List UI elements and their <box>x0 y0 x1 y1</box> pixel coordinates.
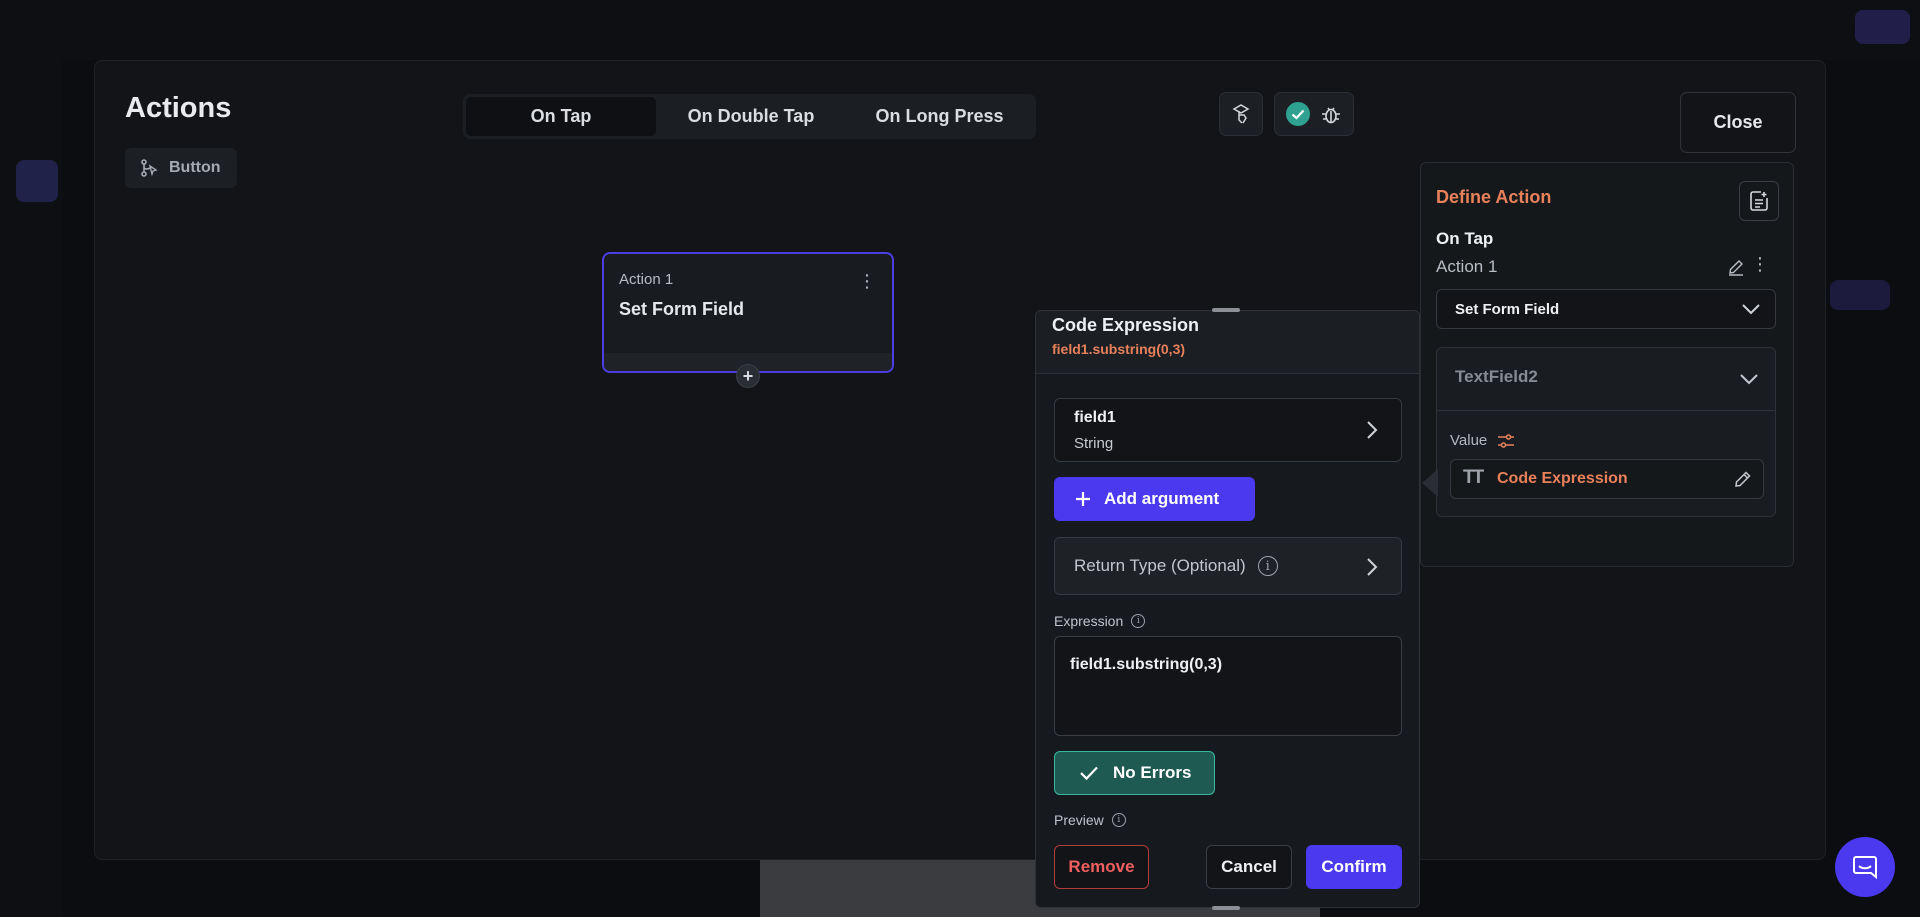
check-circle-icon <box>1286 102 1310 126</box>
action-node[interactable]: Action 1 Set Form Field ⋮ <box>602 252 894 373</box>
hand-tap-icon <box>1232 104 1250 124</box>
confirm-button[interactable]: Confirm <box>1306 845 1402 889</box>
cancel-button[interactable]: Cancel <box>1206 845 1292 889</box>
code-expression-panel: Code Expression field1.substring(0,3) fi… <box>1035 310 1420 908</box>
expression-text: field1.substring(0,3) <box>1070 656 1223 673</box>
sliders-icon[interactable] <box>1497 433 1515 449</box>
define-action-title: Define Action <box>1436 187 1552 207</box>
action-type-select[interactable]: Set Form Field <box>1436 289 1776 329</box>
action-node-subtitle: Action 1 <box>619 271 674 288</box>
panel-connector-arrow <box>1422 469 1438 497</box>
plus-icon <box>1076 492 1090 506</box>
argument-type: String <box>1074 435 1114 452</box>
action-name: Action 1 <box>1436 257 1498 276</box>
document-add-icon <box>1750 191 1768 211</box>
expression-label: Expression <box>1054 613 1124 629</box>
chat-icon <box>1853 856 1877 880</box>
support-chat-button[interactable] <box>1835 837 1895 897</box>
remove-button[interactable]: Remove <box>1054 845 1149 889</box>
argument-row[interactable]: field1 String <box>1054 398 1402 462</box>
code-expression-title: Code Expression <box>1052 315 1200 335</box>
add-argument-label: Add argument <box>1104 489 1220 508</box>
return-type-label-wrap: Return Type (Optional) i <box>1074 556 1278 576</box>
background-topbar <box>0 0 1920 60</box>
code-expression-subtitle: field1.substring(0,3) <box>1052 341 1186 357</box>
return-type-label: Return Type (Optional) <box>1074 556 1246 575</box>
info-icon: i <box>1257 556 1278 576</box>
value-source-text: Code Expression <box>1497 470 1628 487</box>
return-type-row[interactable]: Return Type (Optional) i <box>1054 537 1402 595</box>
chevron-right-icon <box>1367 558 1378 576</box>
chevron-right-icon <box>1367 421 1378 439</box>
widget-tree-icon <box>141 159 158 177</box>
field-card-header[interactable]: TextField2 <box>1437 348 1775 411</box>
info-icon: i <box>1111 813 1126 827</box>
chevron-down-icon <box>1740 374 1758 385</box>
argument-name: field1 <box>1074 409 1116 426</box>
no-errors-label: No Errors <box>1113 763 1192 782</box>
widget-chip[interactable]: Button <box>125 148 237 188</box>
value-label-wrap: Value <box>1450 432 1515 449</box>
background-sidebar-highlight <box>16 160 58 202</box>
tab-on-long-press[interactable]: On Long Press <box>846 97 1033 136</box>
add-argument-button[interactable]: Add argument <box>1054 477 1255 521</box>
edit-pencil-icon[interactable] <box>1733 469 1753 489</box>
widget-chip-label: Button <box>169 159 221 176</box>
field-name: TextField2 <box>1455 367 1538 386</box>
background-accent-chip <box>1855 10 1910 44</box>
chevron-down-icon <box>1742 304 1760 315</box>
bug-icon <box>1322 107 1340 124</box>
flutter-action-button[interactable] <box>1219 92 1263 136</box>
debug-status-button[interactable] <box>1274 92 1354 136</box>
trigger-tabs: On Tap On Double Tap On Long Press <box>463 94 1036 139</box>
trigger-name: On Tap <box>1436 229 1494 248</box>
edit-pencil-icon[interactable] <box>1727 258 1745 276</box>
add-action-button[interactable]: + <box>736 364 760 388</box>
document-add-button[interactable] <box>1739 181 1779 221</box>
info-icon: i <box>1131 614 1146 628</box>
resize-handle-bottom[interactable] <box>1212 906 1240 910</box>
more-vertical-icon[interactable]: ⋮ <box>858 272 876 290</box>
resize-handle-top[interactable] <box>1212 308 1240 312</box>
expression-label-wrap: Expression i <box>1054 613 1146 629</box>
expression-editor[interactable]: field1.substring(0,3) <box>1054 636 1402 736</box>
value-label: Value <box>1450 432 1488 449</box>
close-button[interactable]: Close <box>1680 92 1796 153</box>
check-icon <box>1080 766 1098 781</box>
code-expression-header: Code Expression field1.substring(0,3) <box>1036 311 1419 374</box>
value-source-field[interactable]: TT Code Expression <box>1450 459 1764 499</box>
preview-label-wrap: Preview i <box>1054 812 1126 828</box>
page-title: Actions <box>125 92 232 124</box>
text-type-icon: TT <box>1463 467 1484 488</box>
background-accent-chip-2 <box>1830 280 1890 310</box>
action-type-value: Set Form Field <box>1455 301 1560 318</box>
define-action-panel: Define Action On Tap Action 1 ⋮ Set Form… <box>1420 162 1794 567</box>
tab-on-tap[interactable]: On Tap <box>466 97 656 136</box>
no-errors-badge[interactable]: No Errors <box>1054 751 1215 795</box>
action-node-title: Set Form Field <box>619 299 745 319</box>
field-card: TextField2 Value TT Code Expression <box>1436 347 1776 517</box>
preview-label: Preview <box>1054 812 1104 828</box>
more-vertical-icon[interactable]: ⋮ <box>1751 255 1769 273</box>
tab-on-double-tap[interactable]: On Double Tap <box>656 97 846 136</box>
